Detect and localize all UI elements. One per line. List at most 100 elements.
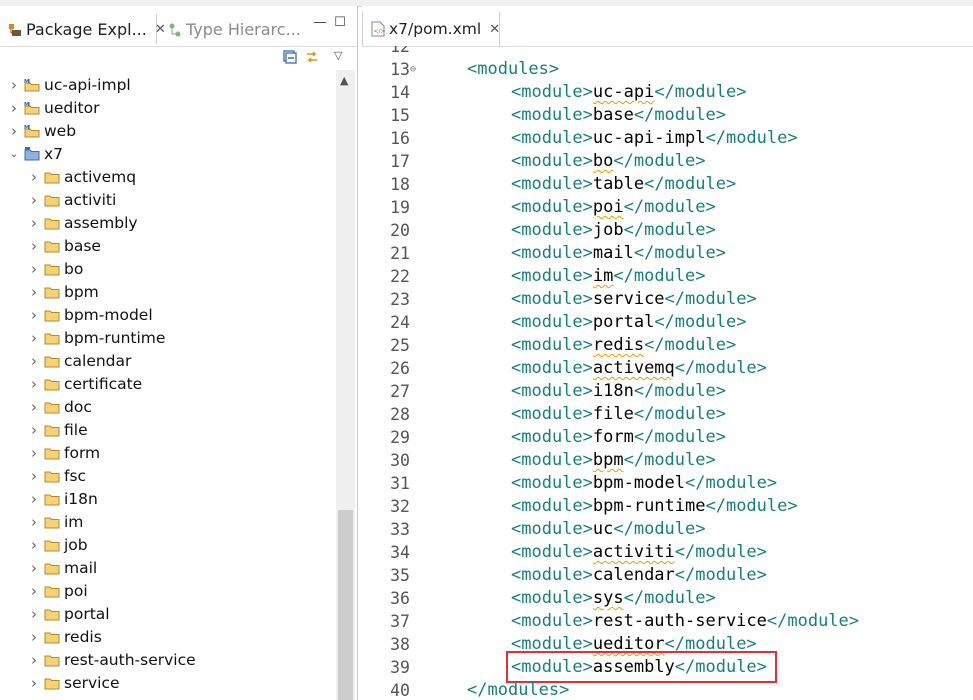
tree-item[interactable]: ⌄ x7 xyxy=(8,142,63,165)
chevron-right-icon[interactable]: › xyxy=(28,468,40,483)
tree-item[interactable]: › im xyxy=(28,510,83,533)
chevron-right-icon[interactable]: › xyxy=(8,100,20,115)
chevron-right-icon[interactable]: › xyxy=(28,261,40,276)
tree-item[interactable]: › i18n xyxy=(28,487,98,510)
open-tag: <module> xyxy=(511,243,593,263)
chevron-right-icon[interactable]: › xyxy=(28,238,40,253)
tree-item[interactable]: › bpm-model xyxy=(28,303,153,326)
tree-item[interactable]: › M J ueditor xyxy=(8,96,99,119)
explorer-scrollbar[interactable]: ▲ xyxy=(336,70,355,700)
link-with-editor-icon[interactable] xyxy=(304,49,320,65)
tree-item[interactable]: › doc xyxy=(28,395,92,418)
chevron-right-icon[interactable]: › xyxy=(28,491,40,506)
chevron-right-icon[interactable]: › xyxy=(28,215,40,230)
package-explorer-icon xyxy=(8,22,22,36)
module-name: calendar xyxy=(592,565,675,585)
line-number: 22 xyxy=(390,267,410,286)
folder-icon xyxy=(44,630,60,644)
scrollbar-thumb[interactable] xyxy=(338,510,353,700)
tree-item[interactable]: › activiti xyxy=(28,188,116,211)
close-tag: </module> xyxy=(623,588,716,608)
tree-item[interactable]: › M J web xyxy=(8,119,76,142)
chevron-right-icon[interactable]: › xyxy=(8,123,20,138)
open-tag: <module> xyxy=(511,151,593,171)
tree-item[interactable]: › form xyxy=(28,441,100,464)
tree-item[interactable]: › certificate xyxy=(28,372,142,395)
chevron-right-icon[interactable]: › xyxy=(28,353,40,368)
chevron-right-icon[interactable]: › xyxy=(28,675,40,690)
tree-item[interactable]: › fsc xyxy=(28,464,86,487)
tree-item[interactable]: › rest-auth-service xyxy=(28,648,196,671)
folder-icon xyxy=(44,515,60,529)
chevron-right-icon[interactable]: › xyxy=(28,307,40,322)
chevron-right-icon[interactable]: › xyxy=(28,445,40,460)
module-name: poi xyxy=(592,197,624,217)
chevron-right-icon[interactable]: › xyxy=(28,330,40,345)
chevron-down-icon[interactable]: ⌄ xyxy=(8,147,20,160)
svg-text:J: J xyxy=(28,79,30,85)
tree-item[interactable]: › M J uc-api-impl xyxy=(8,73,131,96)
tree-item[interactable]: ›sys xyxy=(28,694,89,700)
chevron-right-icon[interactable]: › xyxy=(28,422,40,437)
folder-icon xyxy=(44,354,60,368)
xml-source-editor[interactable]: 12 13 ⊖ <modules> 14 <module>uc-api</module> 1… xyxy=(362,46,973,700)
folder-icon xyxy=(44,377,60,391)
tree-item-label: doc xyxy=(64,397,92,416)
chevron-right-icon[interactable]: › xyxy=(28,606,40,621)
tree-item[interactable]: › activemq xyxy=(28,165,136,188)
chevron-right-icon[interactable]: › xyxy=(28,514,40,529)
tree-item[interactable]: › portal xyxy=(28,602,110,625)
chevron-right-icon[interactable]: › xyxy=(28,284,40,299)
open-tag: <module> xyxy=(511,611,593,631)
module-element: <module>bpm-model</module> xyxy=(511,472,777,495)
open-tag: <module> xyxy=(511,82,593,102)
code-line: 25 <module>redis</module> xyxy=(362,334,973,357)
scroll-up-icon[interactable]: ▲ xyxy=(340,74,348,87)
folder-icon xyxy=(44,239,60,253)
code-line: 20 <module>job</module> xyxy=(362,219,973,242)
chevron-right-icon[interactable]: › xyxy=(28,399,40,414)
tree-item[interactable]: › service xyxy=(28,671,120,694)
line-number: 23 xyxy=(390,290,410,309)
close-icon[interactable]: ✕ xyxy=(489,22,500,37)
chevron-right-icon[interactable]: › xyxy=(8,77,20,92)
chevron-right-icon[interactable]: › xyxy=(28,652,40,667)
tree-item[interactable]: › calendar xyxy=(28,349,131,372)
tab-pom-xml[interactable]: </> x7/pom.xml ✕ xyxy=(362,12,500,46)
line-number: 25 xyxy=(390,336,410,355)
code-line: 13 ⊖ <modules> xyxy=(362,58,973,81)
chevron-right-icon[interactable]: › xyxy=(28,537,40,552)
close-tag: </module> xyxy=(633,243,726,263)
tree-item[interactable]: › poi xyxy=(28,579,88,602)
chevron-right-icon[interactable]: › xyxy=(28,560,40,575)
code-line: 22 <module>im</module> xyxy=(362,265,973,288)
collapse-all-icon[interactable] xyxy=(282,49,298,65)
chevron-right-icon[interactable]: › xyxy=(28,192,40,207)
tree-item[interactable]: › bpm-runtime xyxy=(28,326,165,349)
module-name: sys xyxy=(592,588,624,608)
tree-item[interactable]: › job xyxy=(28,533,88,556)
maven-project-icon: MJ xyxy=(24,78,40,92)
tree-item[interactable]: › file xyxy=(28,418,88,441)
code-line: 28 <module>file</module> xyxy=(362,403,973,426)
line-number: 24 xyxy=(390,313,410,332)
tree-item[interactable]: › redis xyxy=(28,625,102,648)
maximize-icon[interactable]: ☐ xyxy=(333,16,347,30)
tree-item[interactable]: › bpm xyxy=(28,280,99,303)
tree-item[interactable]: › mail xyxy=(28,556,97,579)
code-line: 12 xyxy=(362,46,973,58)
tab-package-explorer[interactable]: Package Expl... ✕ xyxy=(0,14,166,44)
module-element: <module>activiti</module> xyxy=(511,541,767,564)
chevron-right-icon[interactable]: › xyxy=(28,629,40,644)
minimize-icon[interactable]: — xyxy=(313,16,327,30)
chevron-right-icon[interactable]: › xyxy=(28,169,40,184)
tree-item[interactable]: › bo xyxy=(28,257,83,280)
tree-item[interactable]: › assembly xyxy=(28,211,138,234)
fold-toggle-icon[interactable]: ⊖ xyxy=(410,58,416,81)
folder-icon xyxy=(44,607,60,621)
chevron-right-icon[interactable]: › xyxy=(28,583,40,598)
tree-item[interactable]: › base xyxy=(28,234,101,257)
tab-type-hierarchy[interactable]: Type Hierarc... xyxy=(160,14,301,44)
view-menu-icon[interactable]: ▽ xyxy=(334,49,350,65)
chevron-right-icon[interactable]: › xyxy=(28,376,40,391)
